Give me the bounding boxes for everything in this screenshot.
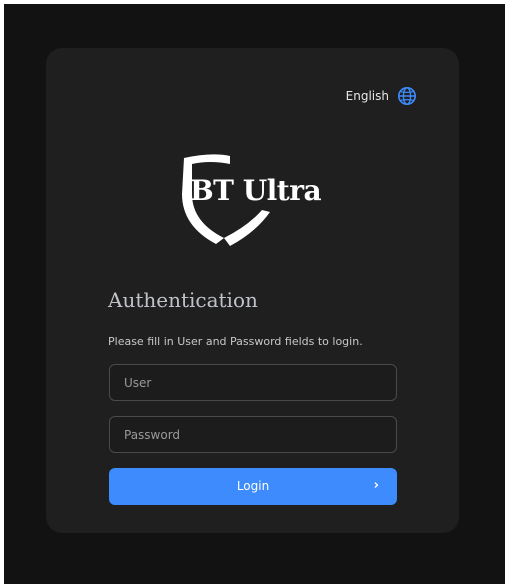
page-title: Authentication bbox=[108, 288, 258, 312]
login-button-label: Login bbox=[236, 479, 270, 493]
login-instructions: Please fill in User and Password fields … bbox=[108, 335, 363, 348]
brand-wordmark: BT Ultra bbox=[190, 174, 322, 207]
login-card: English BT Ultra Authentication Please f… bbox=[46, 48, 459, 533]
language-selector[interactable]: English bbox=[346, 86, 417, 106]
login-button[interactable]: Login › bbox=[109, 468, 397, 505]
language-label: English bbox=[345, 89, 389, 103]
chevron-right-icon: › bbox=[373, 478, 379, 493]
password-input[interactable] bbox=[109, 416, 397, 453]
globe-icon bbox=[398, 87, 416, 105]
user-input[interactable] bbox=[109, 364, 397, 401]
